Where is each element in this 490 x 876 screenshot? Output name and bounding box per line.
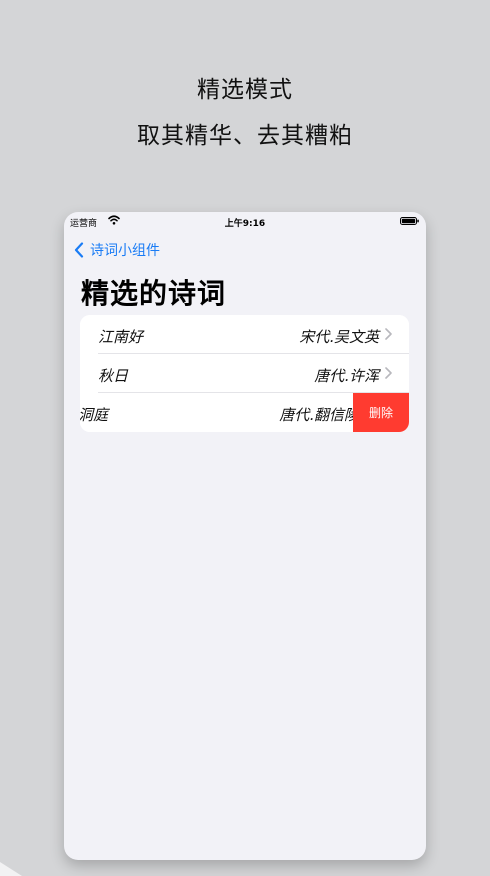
poem-author: 唐代.许浑 — [314, 367, 379, 385]
poem-author: 唐代.翻信陵 — [279, 406, 359, 424]
back-button-label: 诗词小组件 — [90, 243, 160, 259]
battery-icon — [400, 217, 419, 225]
phone-screen: 运营商 上午9:16 诗词小组件 精选的诗词 江南好 宋代.吴文英 秋日 唐代.… — [64, 212, 426, 860]
delete-button[interactable]: 删除 — [353, 393, 409, 432]
poem-list: 江南好 宋代.吴文英 秋日 唐代.许浑 洞庭 唐代.翻信陵 删除 — [80, 315, 409, 432]
status-bar: 运营商 上午9:16 — [64, 212, 426, 232]
background-corner-shape — [0, 862, 22, 876]
list-item[interactable]: 江南好 宋代.吴文英 — [80, 315, 409, 354]
chevron-right-icon — [385, 367, 392, 379]
chevron-left-icon — [74, 242, 84, 258]
status-time: 上午9:16 — [224, 219, 266, 229]
poem-title: 洞庭 — [80, 406, 109, 424]
list-item[interactable]: 秋日 唐代.许浑 — [80, 354, 409, 393]
list-item-swiped[interactable]: 洞庭 唐代.翻信陵 — [80, 393, 389, 432]
page-title: 精选的诗词 — [81, 277, 227, 310]
chevron-right-icon — [385, 328, 392, 340]
poem-title: 江南好 — [98, 328, 144, 346]
promo-subtitle: 取其精华、去其糟粕 — [137, 123, 353, 149]
poem-author: 宋代.吴文英 — [299, 328, 379, 346]
promo-title: 精选模式 — [197, 77, 293, 103]
back-button[interactable]: 诗词小组件 — [74, 241, 160, 259]
poem-title: 秋日 — [98, 367, 129, 385]
